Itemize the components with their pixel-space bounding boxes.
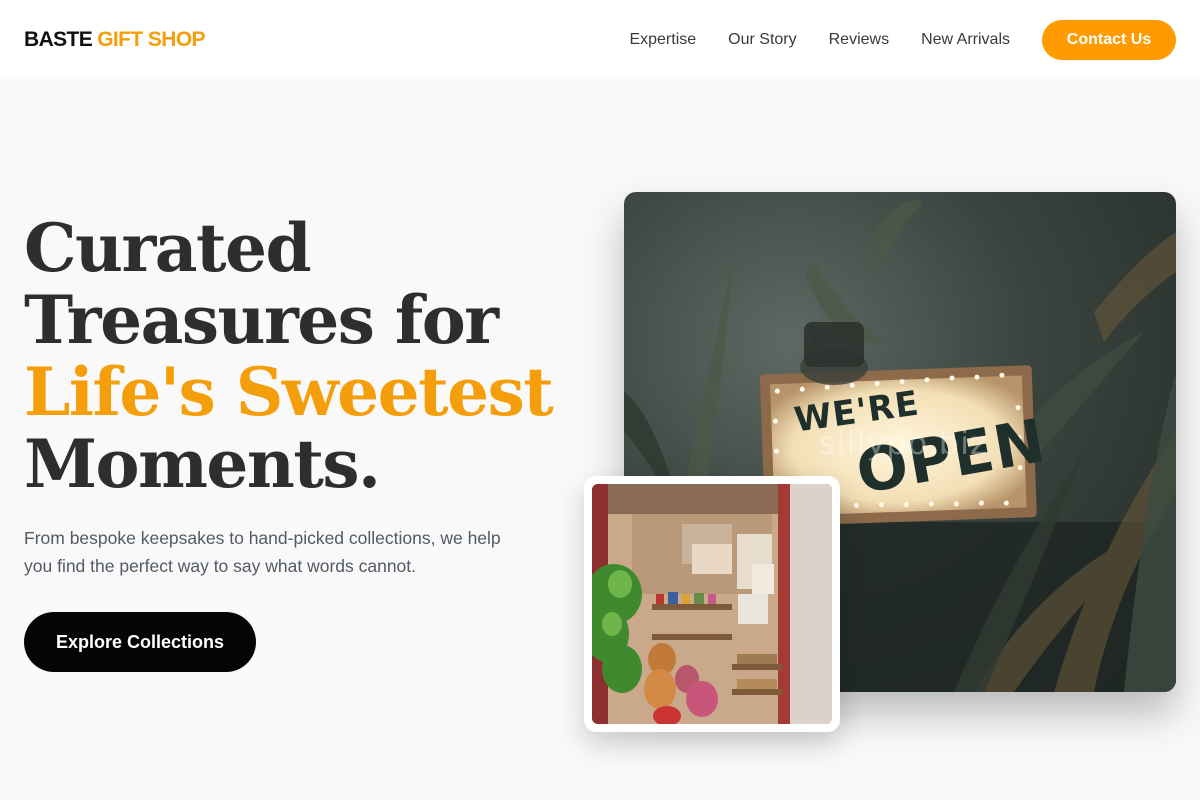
hero-title: Curated Treasures for Life's Sweetest Mo… <box>24 212 564 500</box>
nav-link-new-arrivals[interactable]: New Arrivals <box>921 31 1010 49</box>
hero-title-line-4: Moments. <box>24 425 381 503</box>
nav-link-our-story[interactable]: Our Story <box>728 31 796 49</box>
main-nav: Expertise Our Story Reviews New Arrivals… <box>629 19 1176 60</box>
logo-brand: BASTE <box>24 27 93 51</box>
hero-subtitle: From bespoke keepsakes to hand-picked co… <box>24 528 501 576</box>
contact-us-button[interactable]: Contact Us <box>1042 19 1176 60</box>
nav-link-reviews[interactable]: Reviews <box>829 31 889 49</box>
hero-title-line-1: Curated <box>24 209 312 287</box>
logo[interactable]: BASTE GIFT SHOP <box>24 27 206 52</box>
hero-title-accent: Life's Sweetest <box>24 353 554 431</box>
hero-title-line-2: Treasures for <box>24 281 499 359</box>
logo-subtitle: GIFT SHOP <box>97 27 205 51</box>
explore-collections-button[interactable]: Explore Collections <box>24 612 256 672</box>
image-watermark: sillypo.biz <box>819 424 988 462</box>
shop-interior-photo <box>592 484 832 724</box>
site-header: BASTE GIFT SHOP Expertise Our Story Revi… <box>0 0 1200 79</box>
nav-link-expertise[interactable]: Expertise <box>629 31 696 49</box>
gift-shop-interior-image <box>584 476 840 732</box>
